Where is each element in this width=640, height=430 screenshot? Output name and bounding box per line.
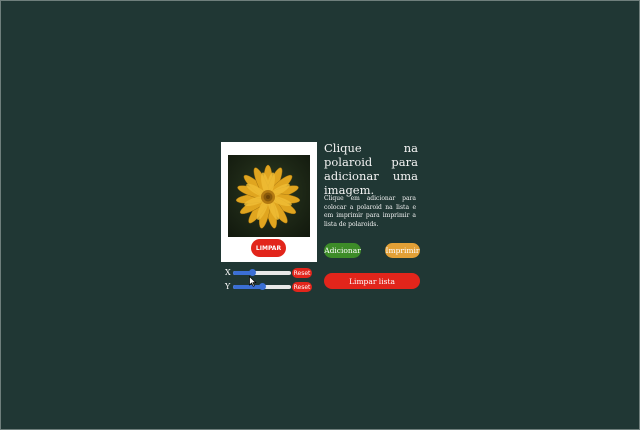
x-slider-row: X Reset — [225, 267, 317, 279]
x-slider-thumb[interactable] — [249, 269, 257, 276]
y-slider[interactable] — [233, 283, 291, 290]
x-slider-label: X — [225, 268, 231, 277]
x-slider[interactable] — [233, 269, 291, 276]
app-frame — [0, 0, 640, 430]
y-slider-thumb[interactable] — [259, 283, 266, 290]
polaroid-card[interactable]: LIMPAR — [221, 142, 317, 262]
clear-photo-button[interactable]: LIMPAR — [251, 239, 286, 257]
flower-image — [235, 164, 301, 229]
y-reset-button[interactable]: Reset — [292, 282, 312, 292]
clear-list-button[interactable]: Limpar lista — [324, 273, 420, 289]
x-reset-button[interactable]: Reset — [292, 268, 312, 278]
y-slider-label: Y — [225, 282, 231, 291]
y-slider-row: Y Reset — [225, 281, 317, 293]
add-button[interactable]: Adicionar — [324, 243, 361, 258]
print-button[interactable]: Imprimir — [385, 243, 420, 258]
instructions-text: Clique em adicionar para colocar a polar… — [324, 195, 416, 228]
polaroid-photo[interactable] — [228, 155, 310, 237]
y-slider-fill — [233, 285, 262, 289]
instructions-heading: Clique na polaroid para adicionar uma im… — [324, 141, 418, 197]
